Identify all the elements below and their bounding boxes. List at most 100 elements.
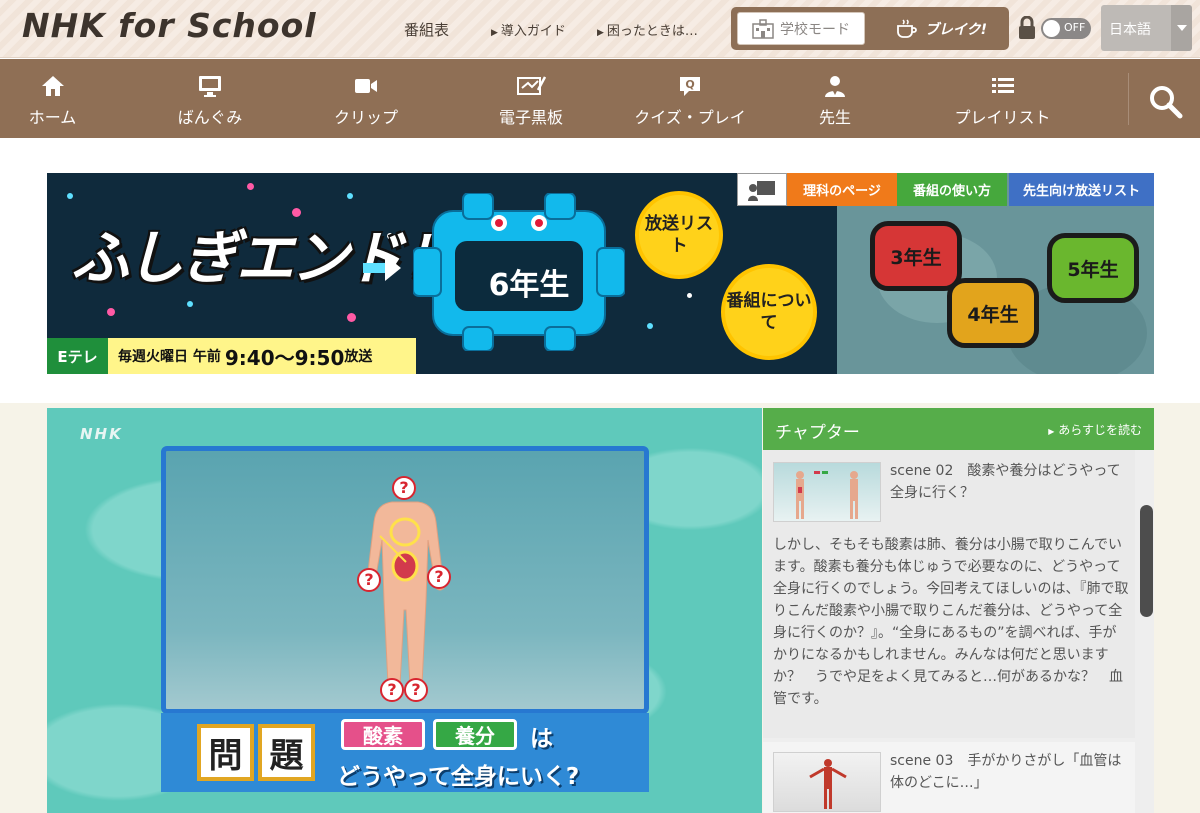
nav-item-playlist[interactable]: プレイリスト <box>940 59 1065 138</box>
site-logo[interactable]: NHK for School <box>22 6 317 45</box>
school-mode-label: 学校モード <box>780 21 850 38</box>
lock-icon <box>1019 16 1035 39</box>
decor-dot <box>67 193 73 199</box>
science-page-tab-icon <box>737 173 787 206</box>
help-link[interactable]: ▶ 困ったときは… <box>597 20 698 39</box>
decor-dot <box>187 301 193 307</box>
science-page-tab[interactable]: 理科のページ <box>787 173 897 206</box>
language-select[interactable]: 日本語 <box>1101 5 1192 51</box>
schedule-prefix: 毎週火曜日 午前 <box>118 349 221 365</box>
about-program-button[interactable]: 番組について <box>721 264 817 360</box>
body-thumbnail-figure <box>809 759 847 809</box>
broadcast-list-button[interactable]: 放送リスト <box>635 191 723 279</box>
grade-5-monster[interactable]: 5年生 <box>1047 233 1139 303</box>
list-icon <box>991 78 1014 93</box>
triangle-icon: ▶ <box>491 28 498 38</box>
grade-6-label: 6年生 <box>488 268 570 303</box>
question-particle: は <box>530 726 553 752</box>
blackboard-icon <box>517 76 546 95</box>
break-mode-label: ブレイク! <box>924 21 988 38</box>
toggle-knob <box>1043 20 1060 37</box>
lock-toggle[interactable]: OFF <box>1041 18 1091 39</box>
nav-item-teacher[interactable]: 先生 <box>795 59 875 138</box>
chevron-down-icon <box>1171 5 1192 51</box>
nhk-watermark: NHK <box>80 425 123 443</box>
synopsis-link[interactable]: ▶ あらすじを読む <box>1048 421 1142 438</box>
chapter-list: scene 02 酸素や養分はどうやって全身に行く？ しかし、そもそも酸素は肺、… <box>763 450 1154 813</box>
decor-dot <box>347 193 353 199</box>
how-to-use-tab[interactable]: 番組の使い方 <box>897 173 1007 206</box>
nutrient-tag: 養分 <box>433 719 517 750</box>
teacher-broadcast-list-tab[interactable]: 先生向け放送リスト <box>1009 173 1154 206</box>
question-mark-icon: ? <box>357 568 381 592</box>
synopsis-link-label: あらすじを読む <box>1058 423 1142 437</box>
chapter-item[interactable]: scene 03 手がかりさがし「血管は体のどこに…」 <box>763 742 1135 813</box>
nav-label: 電子黒板 <box>498 108 563 127</box>
nav-item-quiz[interactable]: Q クイズ・プレイ <box>620 59 760 138</box>
triangle-icon: ▶ <box>597 28 604 38</box>
top-bar: NHK for School 番組表 ▶ 導入ガイド ▶ 困ったときは… 学校モード… <box>0 0 1200 58</box>
question-label-char: 問 <box>197 724 254 781</box>
nav-label: クイズ・プレイ <box>634 108 746 127</box>
question-mark-icon: ? <box>427 565 451 589</box>
body-thumbnail-figure <box>796 471 858 519</box>
school-mode-button[interactable]: 学校モード <box>737 12 865 45</box>
break-mode-button[interactable]: ブレイク! <box>878 12 1004 45</box>
program-schedule-link[interactable]: 番組表 <box>404 19 449 40</box>
teacher-icon <box>825 76 845 97</box>
school-building-icon <box>752 18 774 39</box>
channel-badge: Eテレ <box>47 338 108 374</box>
question-mark-icon: ? <box>392 476 416 500</box>
chapter-thumbnail <box>773 462 881 522</box>
home-icon <box>41 76 64 96</box>
search-icon[interactable] <box>1146 82 1186 122</box>
nav-item-blackboard[interactable]: 電子黒板 <box>476 59 586 138</box>
nav-label: ホーム <box>28 108 77 127</box>
schedule-suffix: 放送 <box>344 349 373 365</box>
question-mark-icon: ? <box>404 678 428 702</box>
nav-item-programs[interactable]: ばんぐみ <box>160 59 260 138</box>
question-text: どうやって全身にいく? <box>337 764 580 790</box>
decor-dot <box>107 308 115 316</box>
svg-text:Q: Q <box>685 78 694 91</box>
nav-label: ばんぐみ <box>177 108 243 127</box>
main-nav: ホーム ばんぐみ クリップ 電子黒板 Q クイズ・プレイ 先生 プレイリスト <box>0 59 1200 138</box>
nav-item-home[interactable]: ホーム <box>10 59 95 138</box>
chapter-item-title: scene 02 酸素や養分はどうやって全身に行く？ <box>890 463 1121 501</box>
intro-guide-label: 導入ガイド <box>500 24 566 39</box>
decor-dot <box>687 293 692 298</box>
question-mark-icon: ? <box>380 678 404 702</box>
nav-label: 先生 <box>818 108 851 127</box>
decor-dot <box>647 323 653 329</box>
nav-label: クリップ <box>333 108 398 127</box>
grade-3-monster[interactable]: 3年生 <box>870 221 962 291</box>
nav-divider <box>1128 73 1129 125</box>
chapter-title: チャプター <box>775 423 860 443</box>
decor-dot <box>247 183 254 190</box>
chapter-item-active[interactable]: scene 02 酸素や養分はどうやって全身に行く？ しかし、そもそも酸素は肺、… <box>763 450 1135 738</box>
video-camera-icon <box>355 79 377 93</box>
arrow-right-icon <box>363 255 401 281</box>
quiz-icon: Q <box>680 77 700 96</box>
language-value: 日本語 <box>1109 22 1151 38</box>
chapter-header: チャプター ▶ あらすじを読む <box>763 408 1154 450</box>
nav-label: プレイリスト <box>954 108 1051 127</box>
program-banner[interactable]: ふしぎエンドレス 6年生 放送リスト 番組について 理科のページ 番組の使い方 … <box>47 173 1154 374</box>
schedule-time: 9:40～9:50 <box>224 345 345 370</box>
help-label: 困ったときは… <box>606 24 698 39</box>
chapter-thumbnail <box>773 752 881 812</box>
decor-dot <box>347 313 356 322</box>
grade-4-monster[interactable]: 4年生 <box>947 278 1039 348</box>
oxygen-tag: 酸素 <box>341 719 425 750</box>
question-label-char: 題 <box>258 724 315 781</box>
chapter-item-description: しかし、そもそも酸素は肺、養分は小腸で取りこんでいます。酸素も養分も体じゅうで必… <box>773 537 1129 707</box>
broadcast-schedule: 毎週火曜日 午前 9:40～9:50 放送 <box>108 338 416 374</box>
triangle-icon: ▶ <box>1048 427 1055 436</box>
chapter-scrollbar[interactable] <box>1140 505 1153 617</box>
intro-guide-link[interactable]: ▶ 導入ガイド <box>491 20 566 39</box>
teacher-board-icon <box>748 180 775 201</box>
chapter-item-title: scene 03 手がかりさがし「血管は体のどこに…」 <box>890 753 1122 791</box>
nav-item-clips[interactable]: クリップ <box>316 59 416 138</box>
toggle-label: OFF <box>1064 21 1086 34</box>
coffee-cup-icon <box>897 18 917 38</box>
